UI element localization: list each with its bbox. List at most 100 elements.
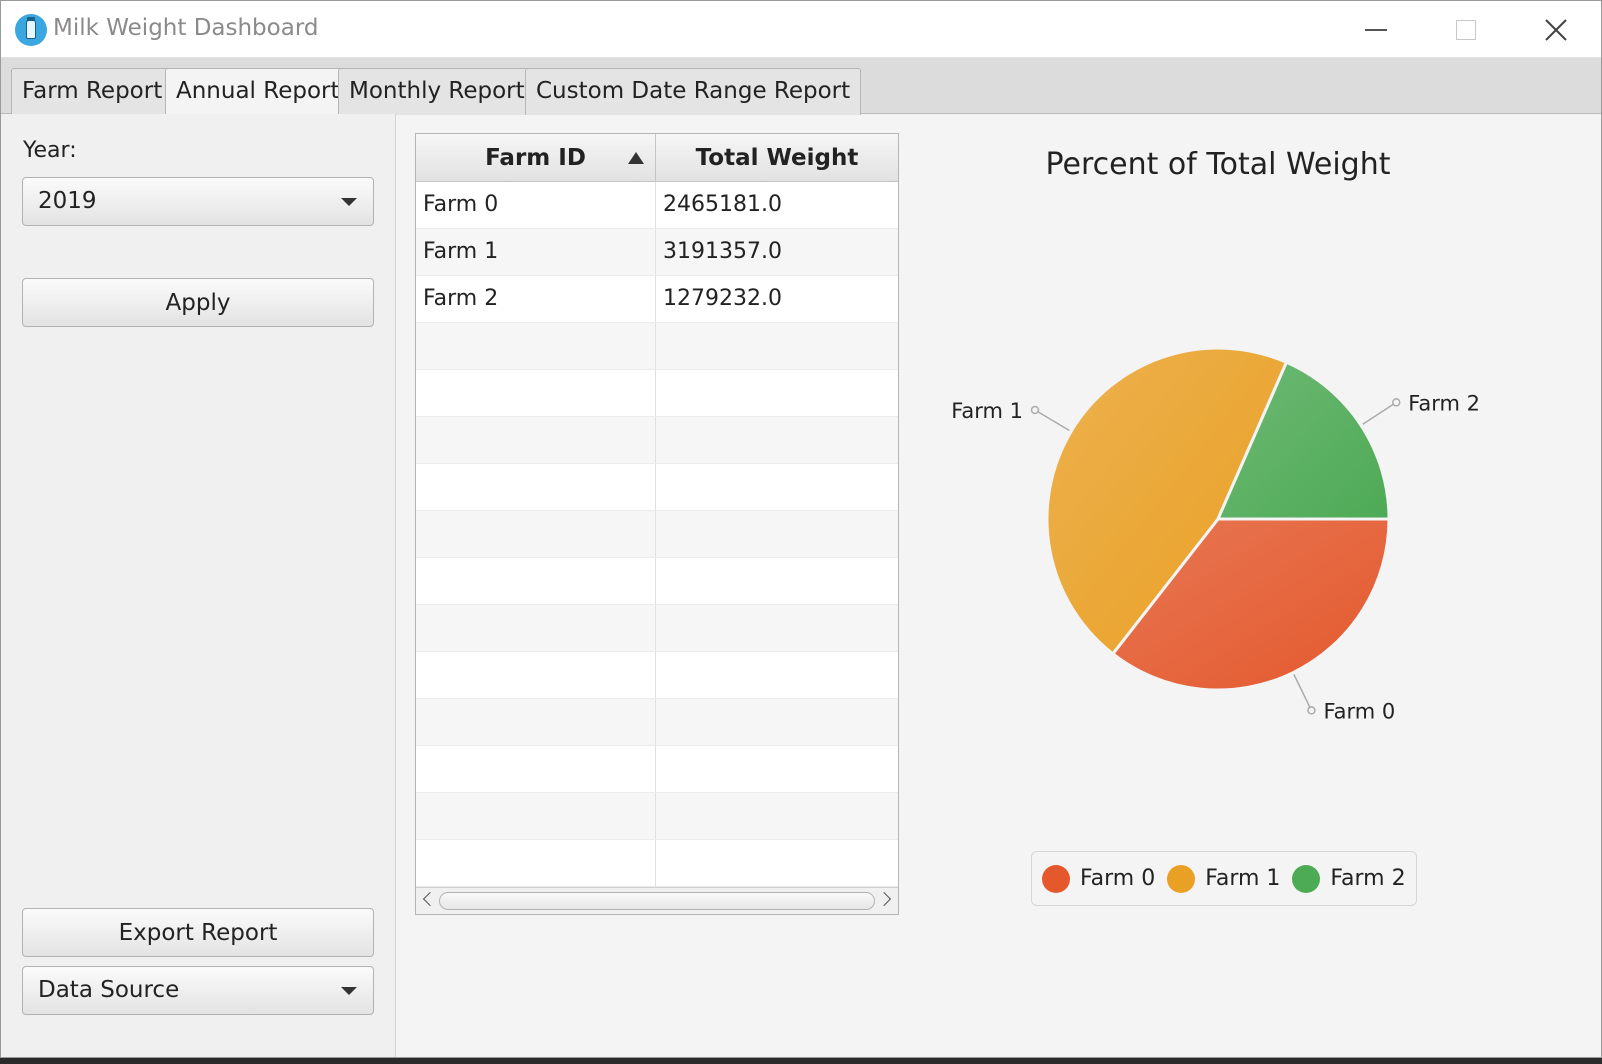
year-select-value: 2019 [38, 188, 97, 214]
table-row[interactable]: Farm 2 1279232.0 [416, 276, 898, 323]
table-row[interactable] [416, 417, 898, 464]
label-leader-dot [1391, 398, 1401, 407]
table-row[interactable] [416, 558, 898, 605]
app-window: Milk Weight Dashboard Farm Report Annual… [0, 0, 1602, 1058]
milk-bottle-icon [15, 14, 47, 46]
table-row[interactable] [416, 323, 898, 370]
maximize-icon [1456, 19, 1476, 40]
cell-farm-id: Farm 1 [416, 229, 656, 275]
table-row[interactable] [416, 699, 898, 746]
cell-farm-id [416, 746, 656, 792]
cell-total-weight [656, 370, 898, 416]
cell-total-weight [656, 652, 898, 698]
horizontal-scrollbar[interactable] [416, 887, 898, 914]
cell-total-weight [656, 323, 898, 369]
tab-custom-date-range-report[interactable]: Custom Date Range Report [525, 68, 862, 115]
legend-swatch [1167, 864, 1196, 893]
cell-total-weight [656, 605, 898, 651]
legend-swatch [1292, 864, 1321, 893]
cell-farm-id [416, 370, 656, 416]
cell-farm-id [416, 417, 656, 463]
cell-total-weight [656, 558, 898, 604]
cell-farm-id [416, 323, 656, 369]
table-row[interactable] [416, 511, 898, 558]
tab-bar: Farm Report Annual Report Monthly Report… [1, 58, 1601, 116]
cell-total-weight [656, 793, 898, 839]
table-row[interactable]: Farm 0 2465181.0 [416, 182, 898, 229]
close-button[interactable] [1511, 1, 1601, 58]
minimize-icon [1365, 28, 1387, 31]
table-row[interactable] [416, 652, 898, 699]
slice-label: Farm 1 [951, 399, 1023, 423]
cell-farm-id: Farm 0 [416, 182, 656, 228]
label-leader-line [1034, 409, 1070, 432]
data-source-select-value: Data Source [38, 977, 180, 1003]
background-code-editor [0, 1058, 1602, 1064]
cell-farm-id [416, 793, 656, 839]
cell-farm-id [416, 840, 656, 886]
table-row[interactable] [416, 840, 898, 887]
table-row[interactable] [416, 605, 898, 652]
chart-title: Percent of Total Weight [1045, 147, 1391, 182]
cell-total-weight [656, 417, 898, 463]
table-row[interactable] [416, 793, 898, 840]
cell-farm-id [416, 699, 656, 745]
tab-farm-report[interactable]: Farm Report [11, 68, 174, 115]
legend-item: Farm 2 [1292, 864, 1406, 893]
column-header-total-weight[interactable]: Total Weight [656, 134, 898, 182]
year-select[interactable]: 2019 [22, 177, 374, 226]
cell-total-weight: 2465181.0 [663, 192, 782, 217]
label-leader-line [1293, 674, 1313, 711]
table-row[interactable]: Farm 1 3191357.0 [416, 229, 898, 276]
cell-farm-id: Farm 2 [416, 276, 656, 322]
cell-farm-id [416, 511, 656, 557]
legend-swatch [1042, 864, 1070, 893]
cell-total-weight [656, 699, 898, 745]
chevron-down-icon [341, 198, 357, 206]
data-source-select[interactable]: Data Source [22, 966, 374, 1015]
legend-item: Farm 1 [1167, 864, 1281, 893]
table-header: Farm ID Total Weight [416, 134, 898, 182]
cell-total-weight [656, 746, 898, 792]
cell-farm-id [416, 605, 656, 651]
farm-weight-table: Farm ID Total Weight Farm 0 2465181.0 Farm… [415, 133, 899, 915]
cell-total-weight: 3191357.0 [663, 239, 782, 264]
year-label: Year: [23, 138, 77, 163]
table-body: Farm 0 2465181.0 Farm 1 3191357.0 Farm 2 1279… [416, 182, 898, 887]
legend-label: Farm 1 [1205, 866, 1281, 891]
chevron-left-icon[interactable] [422, 891, 438, 907]
window-title: Milk Weight Dashboard [53, 15, 319, 41]
label-leader-dot [1307, 706, 1316, 715]
chart-legend: Farm 0 Farm 1 Farm 2 [1031, 851, 1417, 906]
maximize-button[interactable] [1421, 1, 1511, 58]
pie-chart: Farm 0 Farm 1 Farm 2 [951, 346, 1480, 723]
export-report-button[interactable]: Export Report [22, 908, 374, 957]
label-leader-line [1362, 401, 1397, 425]
column-header-farm-id[interactable]: Farm ID [416, 134, 656, 182]
apply-button[interactable]: Apply [22, 278, 374, 327]
tab-monthly-report[interactable]: Monthly Report [338, 68, 536, 115]
table-row[interactable] [416, 746, 898, 793]
slice-label: Farm 0 [1323, 699, 1395, 723]
title-bar: Milk Weight Dashboard [1, 1, 1601, 58]
cell-total-weight [656, 840, 898, 886]
legend-label: Farm 0 [1080, 866, 1156, 891]
chevron-down-icon [341, 987, 357, 995]
controls-panel: Year: 2019 Apply Export Report Data Sour… [1, 114, 396, 1057]
scrollbar-thumb[interactable] [439, 892, 875, 910]
slice-label: Farm 2 [1408, 391, 1480, 415]
cell-farm-id [416, 558, 656, 604]
sort-ascending-icon [628, 152, 644, 164]
legend-label: Farm 2 [1330, 866, 1406, 891]
tab-annual-report[interactable]: Annual Report [165, 68, 351, 116]
cell-farm-id [416, 464, 656, 510]
table-row[interactable] [416, 464, 898, 511]
column-header-label: Farm ID [485, 145, 586, 171]
minimize-button[interactable] [1331, 1, 1421, 58]
cell-total-weight: 1279232.0 [663, 286, 782, 311]
cell-farm-id [416, 652, 656, 698]
cell-total-weight [656, 511, 898, 557]
label-leader-dot [1030, 405, 1040, 415]
chevron-right-icon[interactable] [876, 891, 892, 907]
table-row[interactable] [416, 370, 898, 417]
